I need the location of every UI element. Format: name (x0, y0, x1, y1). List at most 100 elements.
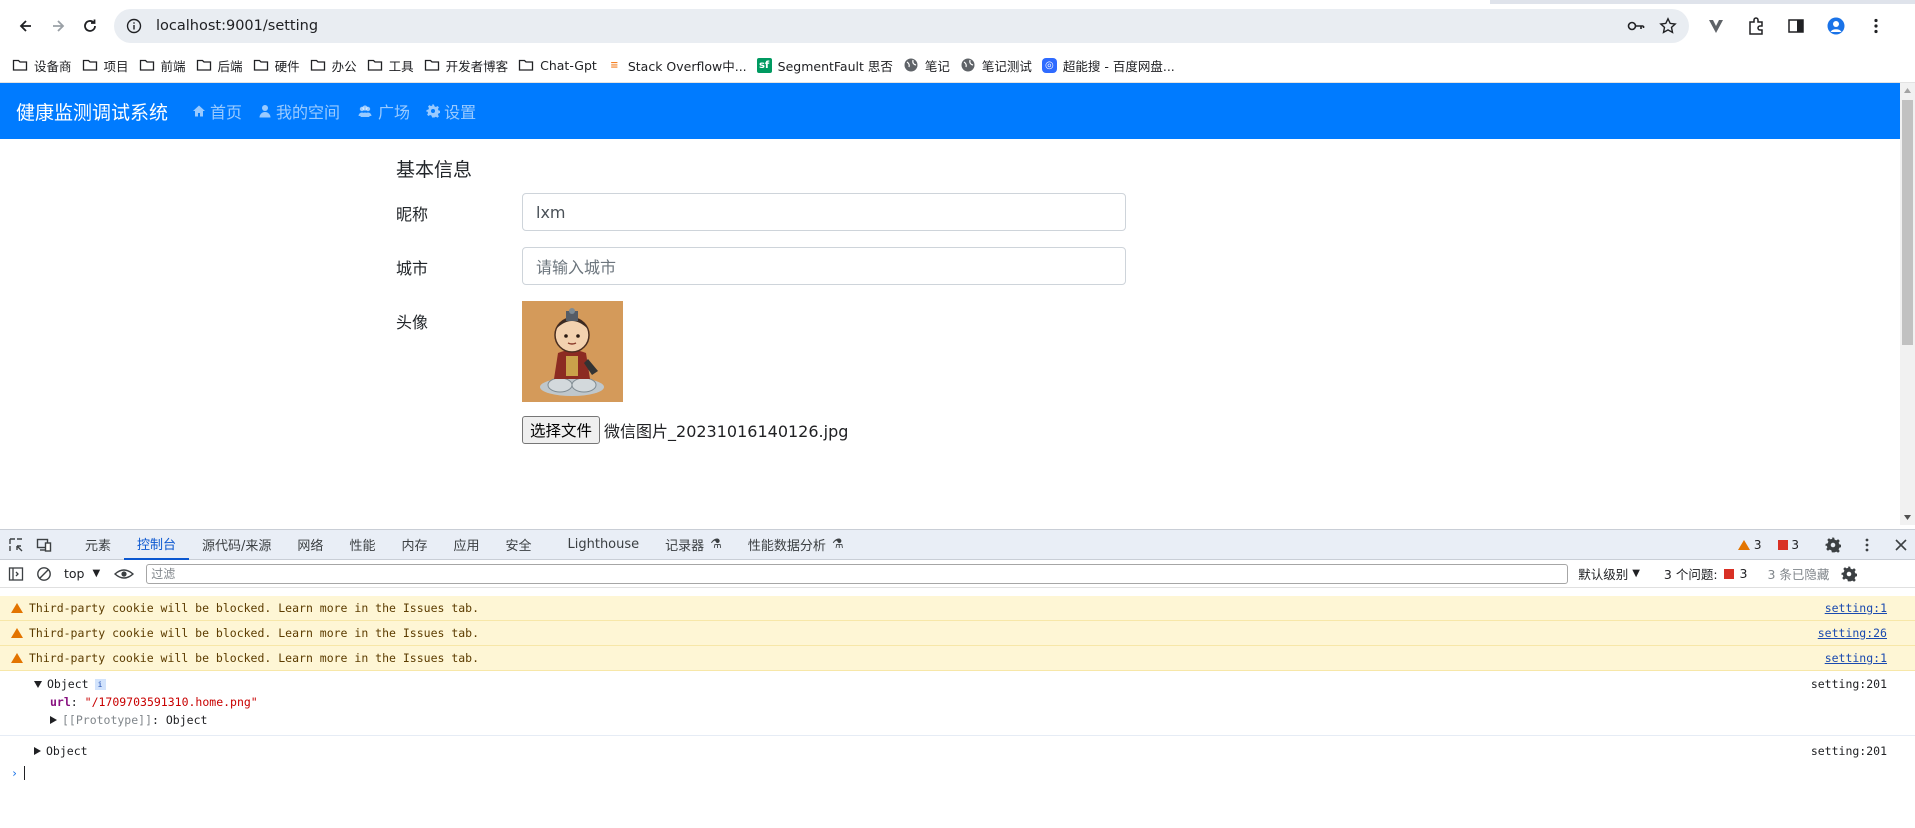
log-source-link[interactable]: setting:26 (1818, 626, 1887, 640)
log-levels-dropdown[interactable]: 默认级别 ▼ (1578, 564, 1640, 583)
devtools-tabbar: 元素 控制台 源代码/来源 网络 性能 内存 应用 安全 Lighthouse … (0, 530, 1915, 560)
city-label: 城市 (396, 259, 429, 278)
sidebar-toggle-icon[interactable] (8, 566, 24, 582)
bookmark-item[interactable]: 项目 (82, 52, 139, 78)
bookmark-label: 工具 (388, 58, 414, 74)
object-label[interactable]: Object (46, 744, 88, 758)
site-info-icon[interactable] (126, 18, 142, 34)
bookmark-label: 超能搜 - 百度网盘... (1062, 58, 1175, 74)
page-scrollbar[interactable] (1900, 83, 1915, 525)
warning-icon (11, 603, 23, 613)
more-vertical-icon[interactable] (1859, 537, 1875, 553)
property-value: "/1709703591310.home.png" (84, 695, 258, 709)
scroll-up-icon[interactable] (1903, 86, 1912, 95)
inspect-element-icon[interactable] (8, 537, 24, 553)
tab-recorder-label: 记录器 (665, 539, 705, 554)
nickname-input[interactable]: lxm (522, 193, 1126, 231)
clear-console-icon[interactable] (36, 566, 52, 582)
collapsed-caret-icon[interactable] (50, 716, 57, 724)
extension-v-icon[interactable] (1707, 17, 1725, 35)
tab-console[interactable]: 控制台 (124, 530, 190, 560)
property-colon: : (152, 713, 166, 727)
scrollbar-thumb[interactable] (1902, 100, 1913, 345)
scroll-down-icon[interactable] (1903, 513, 1912, 522)
bookmark-item[interactable]: 硬件 (253, 52, 310, 78)
tab-recorder[interactable]: 记录器 ⚗ (652, 530, 735, 560)
nav-home-label: 首页 (210, 103, 243, 122)
issue-counter[interactable]: 3 (1777, 538, 1799, 552)
key-icon[interactable] (1627, 17, 1645, 35)
tab-security[interactable]: 安全 (492, 530, 544, 560)
bookmark-label: 开发者博客 (445, 58, 509, 74)
bookmark-item[interactable]: sf SegmentFault 思否 (756, 52, 903, 78)
nav-square[interactable]: 广场 (356, 99, 410, 123)
bookmark-item[interactable]: ≡ Stack Overflow中... (607, 52, 757, 78)
tab-performance-insights[interactable]: 性能数据分析 ⚗ (735, 530, 857, 560)
city-input[interactable]: 请输入城市 (522, 247, 1126, 285)
globe-icon (960, 57, 982, 73)
expanded-caret-icon[interactable] (34, 680, 42, 688)
bookmark-item[interactable]: 开发者博客 (424, 52, 519, 78)
choose-file-button[interactable]: 选择文件 (522, 416, 601, 444)
reload-button[interactable] (74, 10, 106, 42)
globe-icon (903, 57, 925, 73)
bookmark-item[interactable]: Chat-Gpt (518, 52, 607, 78)
collapsed-caret-icon[interactable] (34, 747, 41, 755)
tab-network[interactable]: 网络 (284, 530, 336, 560)
tab-sources[interactable]: 源代码/来源 (189, 530, 284, 560)
side-panel-icon[interactable] (1787, 17, 1805, 35)
bookmark-item[interactable]: 后端 (196, 52, 253, 78)
users-icon (358, 105, 372, 117)
tab-performance[interactable]: 性能 (336, 530, 388, 560)
reload-icon (84, 19, 96, 32)
folder-icon (82, 57, 104, 73)
address-bar[interactable]: localhost:9001/setting (114, 9, 1689, 43)
bookmark-item[interactable]: 笔记测试 (960, 52, 1042, 78)
cog-icon (426, 104, 441, 118)
back-button[interactable] (10, 10, 42, 42)
issue-flag-icon (1723, 568, 1734, 579)
issues-link[interactable]: 3 个问题: 3 (1664, 564, 1748, 583)
context-selector[interactable]: top ▼ (64, 566, 100, 581)
bookmark-item[interactable]: 办公 (310, 52, 367, 78)
property-key: url (50, 695, 71, 709)
nav-settings[interactable]: 设置 (426, 99, 476, 123)
object-label[interactable]: Object (47, 677, 89, 691)
bookmark-item[interactable]: 前端 (139, 52, 196, 78)
settings-gear-icon[interactable] (1825, 537, 1841, 553)
console-filter-input[interactable]: 过滤 (146, 563, 1569, 584)
forward-button[interactable] (42, 10, 74, 42)
console-prompt[interactable]: › (0, 762, 1915, 784)
avatar-label: 头像 (396, 313, 429, 332)
star-icon[interactable] (1659, 17, 1677, 35)
nav-my-space[interactable]: 我的空间 (258, 99, 340, 123)
tab-elements[interactable]: 元素 (72, 530, 124, 560)
log-source-link[interactable]: setting:1 (1825, 601, 1887, 615)
bookmark-item[interactable]: 笔记 (903, 52, 960, 78)
more-vertical-icon[interactable] (1867, 17, 1885, 35)
warning-counter[interactable]: 3 (1738, 538, 1762, 552)
bookmark-label: 项目 (103, 58, 129, 74)
user-icon (259, 105, 271, 118)
bookmark-item[interactable]: ◎ 超能搜 - 百度网盘... (1041, 52, 1185, 78)
prototype-key[interactable]: [[Prototype]] (62, 713, 152, 727)
context-label: top (64, 566, 85, 581)
log-source-link[interactable]: setting:201 (1811, 677, 1887, 691)
bookmark-label: 笔记测试 (981, 58, 1032, 74)
profile-avatar-icon[interactable] (1827, 17, 1845, 35)
flask-icon: ⚗ (710, 537, 722, 552)
tab-memory[interactable]: 内存 (388, 530, 440, 560)
nav-home[interactable]: 首页 (192, 99, 242, 123)
app-brand[interactable]: 健康监测调试系统 (16, 98, 168, 125)
live-expression-eye-icon[interactable] (114, 566, 135, 582)
log-source-link[interactable]: setting:201 (1811, 744, 1887, 758)
log-source-link[interactable]: setting:1 (1825, 651, 1887, 665)
bookmark-item[interactable]: 工具 (367, 52, 424, 78)
tab-lighthouse[interactable]: Lighthouse (555, 530, 653, 560)
tab-application[interactable]: 应用 (440, 530, 492, 560)
device-toolbar-icon[interactable] (36, 537, 52, 553)
bookmark-item[interactable]: 设备商 (12, 52, 82, 78)
console-settings-icon[interactable] (1841, 566, 1858, 582)
close-icon[interactable] (1893, 537, 1909, 553)
extensions-puzzle-icon[interactable] (1747, 17, 1765, 35)
